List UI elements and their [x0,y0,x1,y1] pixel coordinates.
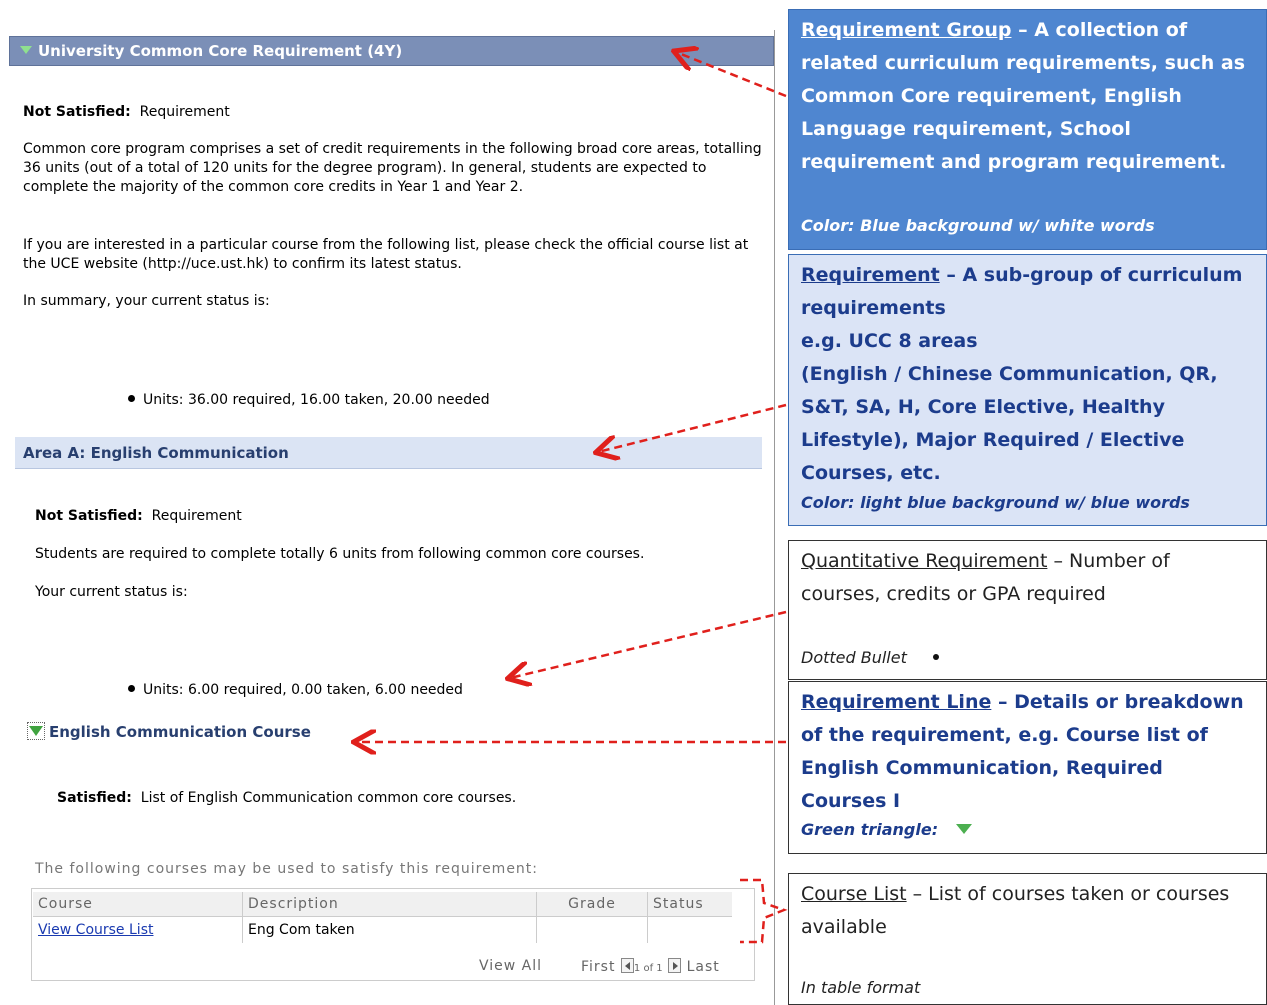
arrow-group [676,52,787,98]
arrow-requirement [598,403,787,452]
bracket-course-list [740,878,788,944]
arrow-quantitative [510,610,787,678]
annotation-arrows [0,0,788,944]
